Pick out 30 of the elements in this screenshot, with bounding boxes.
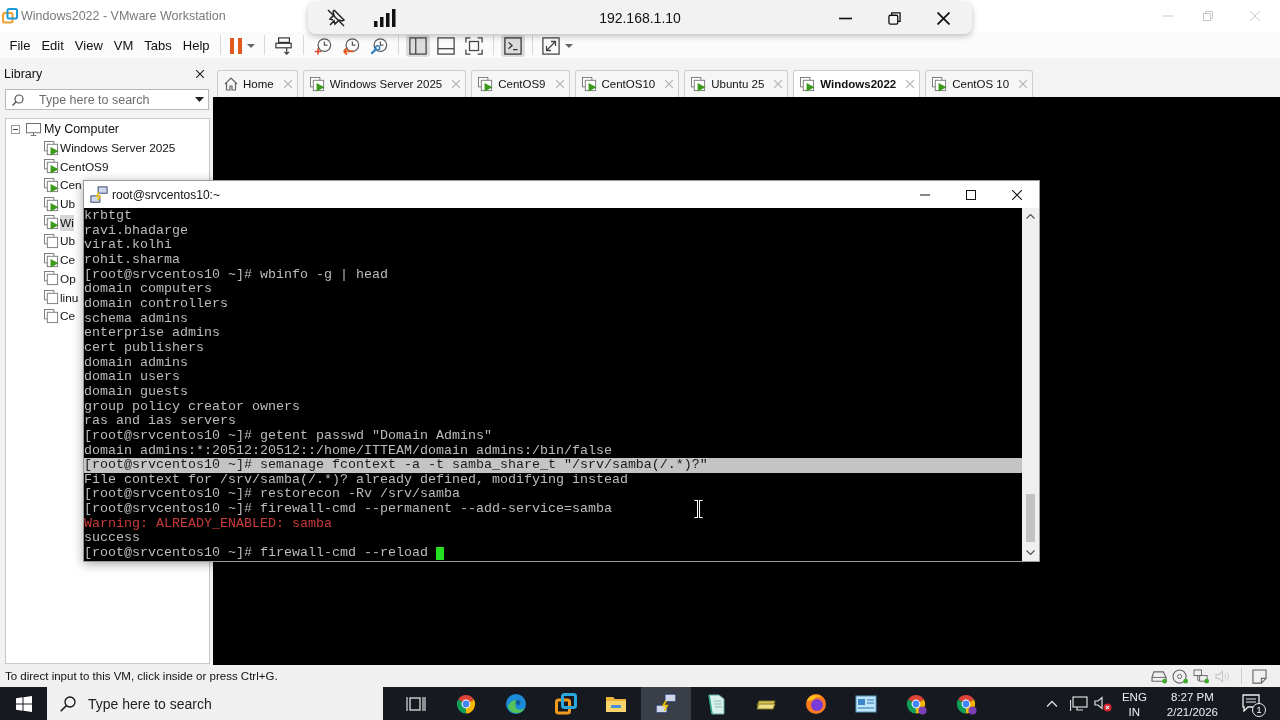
- terminal-line: Warning: ALREADY_ENABLED: samba: [84, 516, 332, 532]
- terminal-line: domain controllers: [84, 296, 228, 312]
- terminal-line: group policy creator owners: [84, 399, 300, 415]
- notification-count: 1: [1252, 702, 1266, 717]
- terminal-line: domain admins: [84, 355, 188, 371]
- terminal-line: ras and ias servers: [84, 414, 236, 429]
- terminal-line: cert publishers: [84, 340, 204, 356]
- window-title: Windows2022 - VMware Workstation: [21, 9, 226, 23]
- terminal-line: [root@srvcentos10 ~]# restorecon -Rv /srv/samba: [84, 487, 460, 503]
- terminal-line: domain guests: [84, 384, 188, 400]
- terminal-line: domain computers: [84, 282, 212, 297]
- terminal-line: [root@srvcentos10 ~]# semanage fcontext -a -t samba_share_t "/srv/samba(/.*)?": [84, 458, 708, 473]
- terminal-line: domain users: [84, 370, 180, 385]
- terminal-line: [root@srvcentos10 ~]# firewall-cmd --reload: [84, 546, 428, 561]
- terminal-line: success: [84, 531, 140, 547]
- terminal-line: [root@srvcentos10 ~]# firewall-cmd --permanent --add-service=samba: [84, 502, 612, 517]
- terminal-line: ravi.bhadarge: [84, 223, 188, 239]
- terminal-line: enterprise admins: [84, 326, 220, 341]
- terminal-line: schema admins: [84, 311, 188, 327]
- window-title: root@srvcentos10:~: [112, 187, 220, 202]
- terminal-line: krbtgt: [84, 209, 132, 224]
- panel-title: Library: [4, 67, 43, 81]
- terminal-line: domain admins:*:20512:20512::/home/ITTEAM/domain admins:/bin/false: [84, 443, 612, 459]
- terminal-line: [root@srvcentos10 ~]# getent passwd "Domain Admins": [84, 428, 492, 444]
- status-message: To direct input to this VM, click inside or press Ctrl+G.: [5, 670, 278, 682]
- terminal-line: virat.kolhi: [84, 238, 172, 253]
- terminal-line: rohit.sharma: [84, 252, 180, 268]
- terminal-line: File context for /srv/samba(/.*)? already defined, modifying instead: [84, 472, 628, 488]
- terminal-line: [root@srvcentos10 ~]# wbinfo -g | head: [84, 267, 388, 283]
- connection-address: 192.168.1.10: [599, 10, 681, 26]
